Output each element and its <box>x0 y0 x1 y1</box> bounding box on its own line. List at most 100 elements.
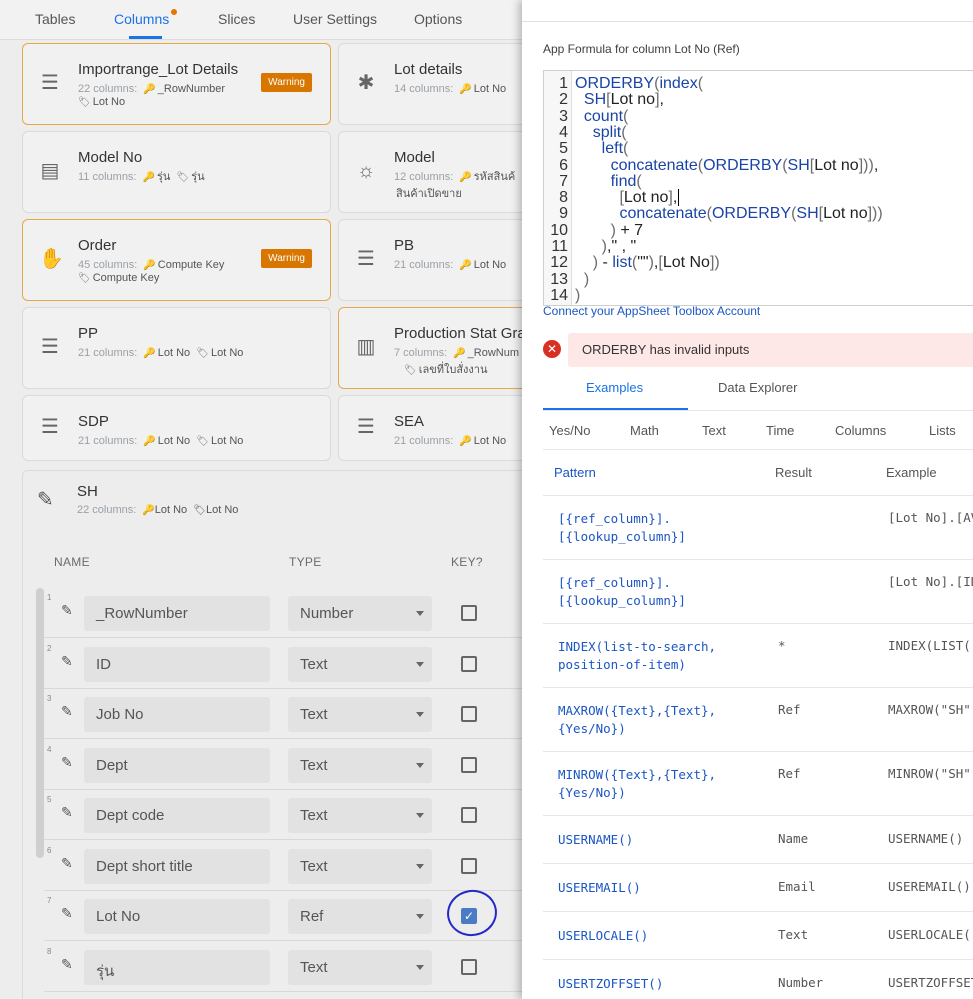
tab-columns[interactable]: Columns <box>114 9 178 27</box>
table-row[interactable]: 6 ✎ Dept short title Text <box>44 841 522 891</box>
key-checkbox[interactable] <box>461 757 477 773</box>
column-name-field[interactable]: Dept code <box>84 798 270 833</box>
table-row[interactable]: 4 ✎ Dept Text <box>44 740 522 790</box>
table-row[interactable]: 2 ✎ ID Text <box>44 639 522 689</box>
table-card-sea[interactable]: ☰ SEA 21 columns: 🔑 Lot No <box>338 395 522 461</box>
scrollbar[interactable] <box>36 588 44 858</box>
active-tab-indicator <box>129 36 162 39</box>
column-type-select[interactable]: Ref <box>288 899 432 934</box>
column-type-select[interactable]: Text <box>288 748 432 783</box>
table-card-sdp[interactable]: ☰ SDP 21 columns: 🔑 Lot No 🏷 Lot No <box>22 395 331 461</box>
edit-pencil-icon[interactable]: ✎ <box>61 653 73 670</box>
label-column: สินค้าเปิดขาย <box>396 188 462 200</box>
key-column: Lot No <box>154 504 188 516</box>
table-row[interactable]: 5 ✎ Dept code Text <box>44 790 522 840</box>
edit-pencil-icon[interactable]: ✎ <box>61 804 73 821</box>
header-example: Example <box>886 465 937 480</box>
dropdown-arrow-icon <box>416 864 424 869</box>
column-type-select[interactable]: Text <box>288 697 432 732</box>
category-yes-no[interactable]: Yes/No <box>549 423 590 438</box>
building-icon: ▤ <box>40 160 60 182</box>
table-card-pp[interactable]: ☰ PP 21 columns: 🔑 Lot No 🏷 Lot No <box>22 307 331 389</box>
key-checkbox[interactable] <box>461 656 477 672</box>
key-checkbox[interactable] <box>461 858 477 874</box>
category-lists[interactable]: Lists <box>929 423 956 438</box>
column-name-field[interactable]: _RowNumber <box>84 596 270 631</box>
example-value: MAXROW("SH" <box>888 702 971 717</box>
key-column: Lot No <box>473 259 507 271</box>
tab-examples[interactable]: Examples <box>586 380 643 395</box>
example-value: [Lot No].[AV <box>888 510 973 525</box>
row-number: 3 <box>47 694 52 703</box>
column-name-field[interactable]: Dept <box>84 748 270 783</box>
label-icon: 🏷 <box>196 436 210 447</box>
example-row[interactable]: MINROW({Text},{Text}, {Yes/No}) Ref MINROW… <box>543 752 973 816</box>
example-row[interactable]: USERTZOFFSET() Number USERTZOFFSET <box>543 960 973 999</box>
tab-user-settings[interactable]: User Settings <box>293 11 377 27</box>
table-row[interactable]: 1 ✎ _RowNumber Number <box>44 588 522 638</box>
key-checkbox[interactable] <box>461 605 477 621</box>
column-type-select[interactable]: Text <box>288 647 432 682</box>
example-row[interactable]: [{ref_column}]. [{lookup_column}] [Lot No… <box>543 560 973 624</box>
tab-tables[interactable]: Tables <box>35 11 75 27</box>
column-type-select[interactable]: Text <box>288 798 432 833</box>
header-pattern[interactable]: Pattern <box>554 465 596 480</box>
warning-badge: Warning <box>261 249 312 268</box>
table-title: Production Stat Gra <box>394 325 522 342</box>
key-checkbox[interactable] <box>461 807 477 823</box>
key-checkbox[interactable] <box>461 959 477 975</box>
table-row[interactable]: 8 ✎ รุ่น Text <box>44 942 522 992</box>
example-row[interactable]: MAXROW({Text},{Text}, {Yes/No}) Ref MAXROW… <box>543 688 973 752</box>
key-checkbox[interactable] <box>461 706 477 722</box>
key-icon: 🔑 <box>142 172 155 183</box>
example-row[interactable]: [{ref_column}]. [{lookup_column}] [Lot No… <box>543 496 973 560</box>
example-row[interactable]: INDEX(list-to-search, position-of-item) *… <box>543 624 973 688</box>
table-card-lot-details[interactable]: ✱ Lot details 14 columns: 🔑 Lot No <box>338 43 522 125</box>
formula-editor[interactable]: 1 2 3 4 5 6 7 8 9 10 11 12 13 14 ORDERBY(index( SH[Lo… <box>543 70 973 306</box>
tab-slices[interactable]: Slices <box>218 11 255 27</box>
column-count: 22 columns: <box>78 83 138 95</box>
edit-pencil-icon[interactable]: ✎ <box>61 754 73 771</box>
tab-data-explorer[interactable]: Data Explorer <box>718 380 797 395</box>
table-row[interactable]: 3 ✎ Job No Text <box>44 689 522 739</box>
column-type-value: Text <box>300 959 328 976</box>
column-name-field[interactable]: Dept short title <box>84 849 270 884</box>
column-type-select[interactable]: Text <box>288 849 432 884</box>
code-line: SH[Lot no], <box>583 91 664 109</box>
category-time[interactable]: Time <box>766 423 794 438</box>
table-card-importrange[interactable]: ☰ Importrange_Lot Details 22 columns: 🔑 _R… <box>22 43 331 125</box>
edit-pencil-icon[interactable]: ✎ <box>61 956 73 973</box>
edit-pencil-icon[interactable]: ✎ <box>61 855 73 872</box>
key-icon: 🔑 <box>459 172 472 183</box>
column-type-select[interactable]: Number <box>288 596 432 631</box>
table-card-production-stat[interactable]: ▥ Production Stat Gra 7 columns: 🔑 _RowNum… <box>338 307 522 389</box>
category-math[interactable]: Math <box>630 423 659 438</box>
example-row[interactable]: USERNAME() Name USERNAME() <box>543 816 973 864</box>
line-number: 4 <box>559 123 568 141</box>
row-number: 4 <box>47 745 52 754</box>
table-card-model[interactable]: ☼ Model 12 columns: 🔑 รหัสสินค้ สินค้าเปิด… <box>338 131 522 213</box>
column-name-field[interactable]: Job No <box>84 697 270 732</box>
table-card-order[interactable]: ✋ Order 45 columns: 🔑 Compute Key 🏷 Compute… <box>22 219 331 301</box>
column-name-field[interactable]: รุ่น <box>84 950 270 985</box>
edit-pencil-icon[interactable]: ✎ <box>61 602 73 619</box>
key-icon: 🔑 <box>142 505 155 516</box>
column-count: 7 columns: <box>394 347 448 359</box>
edit-pencil-icon[interactable]: ✎ <box>61 703 73 720</box>
column-name-field[interactable]: Lot No <box>84 899 270 934</box>
edit-pencil-icon[interactable]: ✎ <box>61 905 73 922</box>
line-number: 12 <box>550 254 568 272</box>
example-value: MINROW("SH" <box>888 766 971 781</box>
column-type-select[interactable]: Text <box>288 950 432 985</box>
table-card-model-no[interactable]: ▤ Model No 11 columns: 🔑 รุ่น 🏷 รุ่น <box>22 131 331 213</box>
example-row[interactable]: USEREMAIL() Email USEREMAIL() <box>543 864 973 912</box>
category-text[interactable]: Text <box>702 423 726 438</box>
example-row[interactable]: USERLOCALE() Text USERLOCALE( <box>543 912 973 960</box>
example-result: * <box>778 638 786 653</box>
connect-toolbox-link[interactable]: Connect your AppSheet Toolbox Account <box>543 304 760 318</box>
tab-options[interactable]: Options <box>414 11 462 27</box>
table-card-pb[interactable]: ☰ PB 21 columns: 🔑 Lot No <box>338 219 522 301</box>
category-columns[interactable]: Columns <box>835 423 886 438</box>
column-name-field[interactable]: ID <box>84 647 270 682</box>
line-number: 14 <box>550 286 568 304</box>
